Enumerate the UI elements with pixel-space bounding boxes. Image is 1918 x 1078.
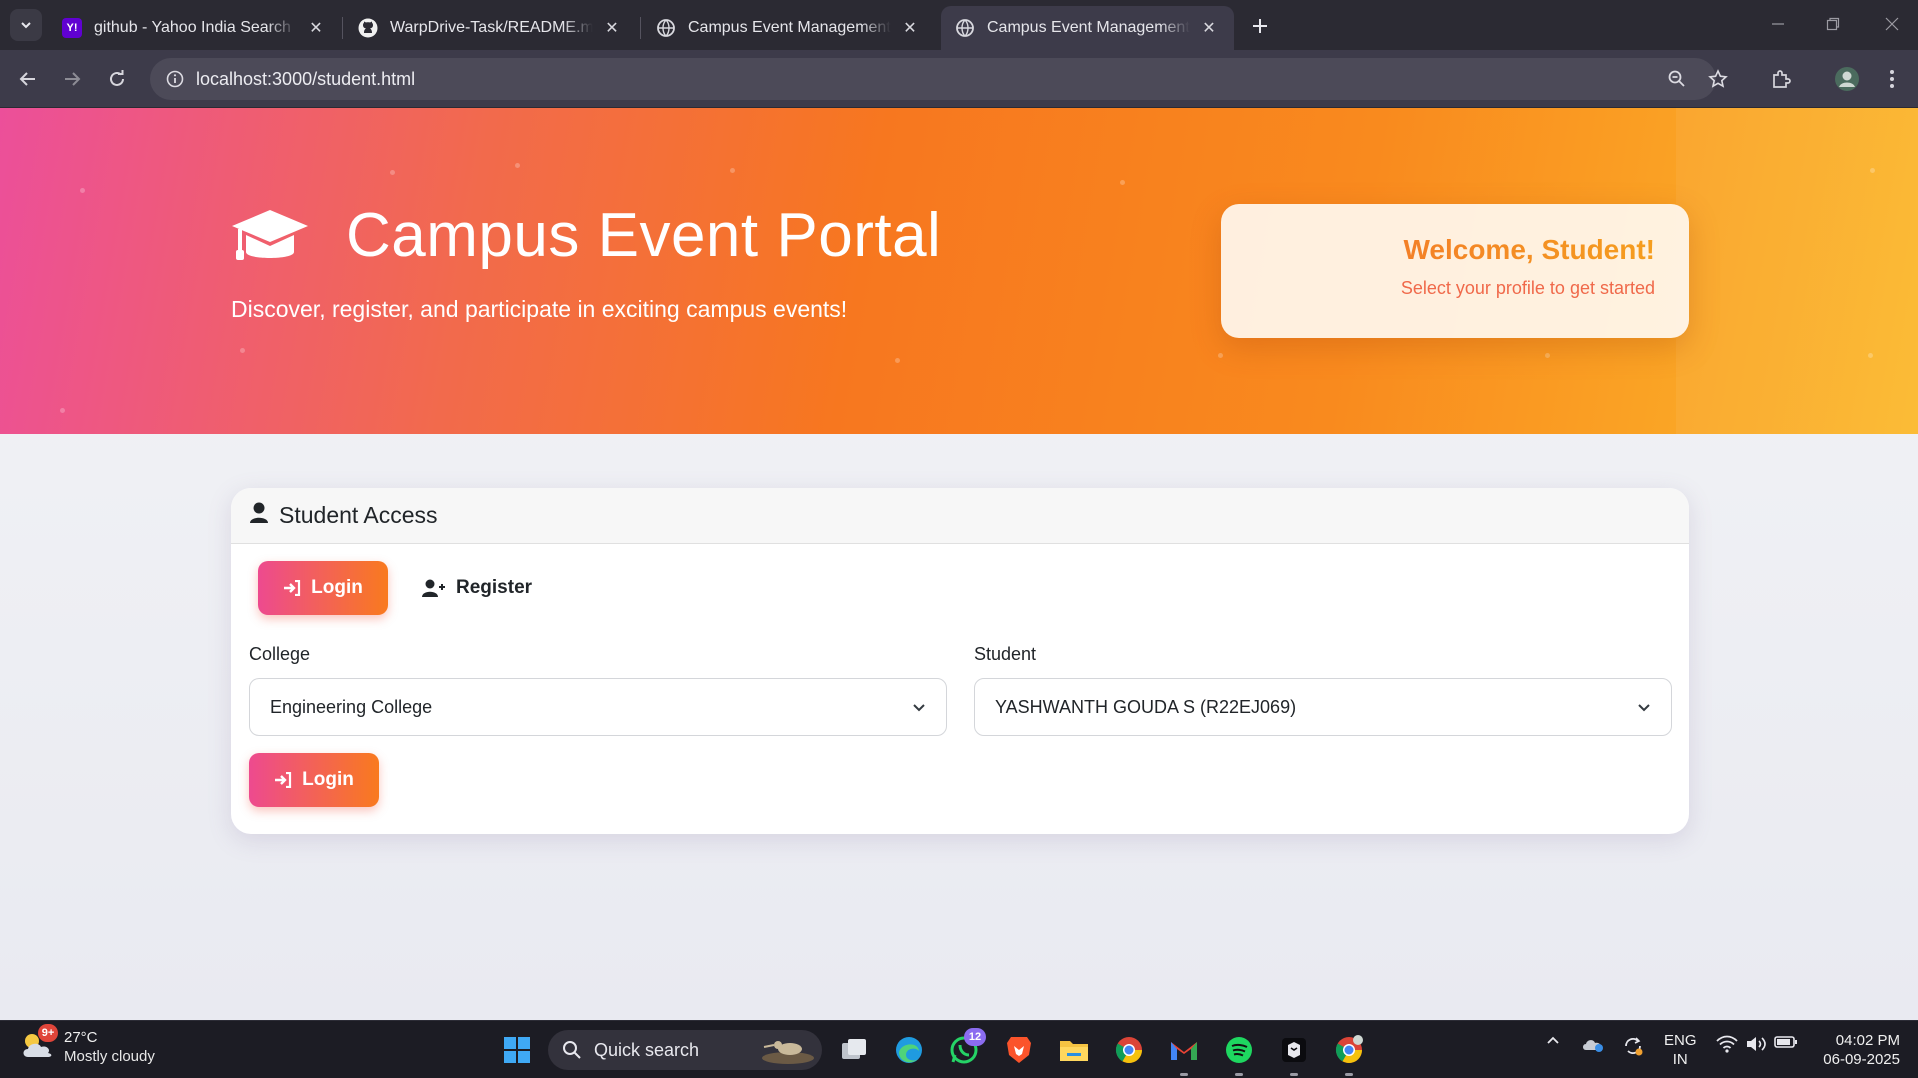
weather-condition: Mostly cloudy xyxy=(64,1048,155,1065)
chrome-icon[interactable] xyxy=(1111,1032,1147,1068)
college-select-value: Engineering College xyxy=(270,696,433,717)
chevron-down-icon xyxy=(912,697,926,718)
auth-mode-tabs: Login Register xyxy=(258,561,532,615)
language-code: ENG xyxy=(1664,1032,1697,1049)
tab-title: github - Yahoo India Search Res xyxy=(94,19,297,36)
bird-search-art-icon xyxy=(760,1034,816,1071)
chevron-up-icon[interactable] xyxy=(1543,1035,1563,1045)
windows-start-icon[interactable] xyxy=(499,1032,535,1068)
tab-title: WarpDrive-Task/README.md at xyxy=(390,19,593,36)
student-access-card: Student Access Login Register College En… xyxy=(231,488,1689,834)
window-close-icon[interactable] xyxy=(1872,10,1912,38)
whatsapp-badge: 12 xyxy=(964,1028,986,1046)
whatsapp-icon[interactable]: 12 xyxy=(946,1028,986,1068)
windows-taskbar: 9+ 27°C Mostly cloudy Quick search 12 EN… xyxy=(0,1020,1918,1078)
sign-in-icon xyxy=(283,580,301,596)
sync-icon[interactable] xyxy=(1620,1035,1646,1057)
welcome-title: Welcome, Student! xyxy=(1221,234,1655,266)
profile-avatar[interactable] xyxy=(1831,63,1863,95)
welcome-card: Welcome, Student! Select your profile to… xyxy=(1221,204,1689,338)
language-indicator[interactable]: ENG IN xyxy=(1664,1031,1697,1069)
login-button[interactable]: Login xyxy=(249,753,379,807)
page-title: Campus Event Portal xyxy=(346,201,942,270)
battery-icon[interactable] xyxy=(1774,1035,1798,1049)
globe-icon xyxy=(955,18,975,38)
system-clock[interactable]: 04:02 PM 06-09-2025 xyxy=(1810,1031,1900,1069)
onedrive-icon[interactable] xyxy=(1580,1035,1606,1053)
sign-in-icon xyxy=(274,772,292,788)
weather-badge: 9+ xyxy=(38,1024,58,1042)
graduation-cap-icon xyxy=(230,204,310,274)
minimize-icon[interactable] xyxy=(1758,10,1798,38)
browser-toolbar: localhost:3000/student.html xyxy=(0,50,1918,108)
tab-login-label: Login xyxy=(311,577,363,598)
browser-tab-github[interactable]: WarpDrive-Task/README.md at ✕ xyxy=(344,6,637,50)
card-title: Student Access xyxy=(279,502,438,528)
brave-icon[interactable] xyxy=(1001,1032,1037,1068)
chrome-profile-icon[interactable] xyxy=(1331,1032,1367,1076)
browser-tab-strip: Y! github - Yahoo India Search Res ✕ War… xyxy=(0,0,1918,50)
weather-temp: 27°C xyxy=(64,1029,98,1046)
tab-title: Campus Event Management Pla xyxy=(688,19,891,36)
browser-tab-campus-student[interactable]: Campus Event Management - S ✕ xyxy=(941,6,1234,50)
page-subtitle: Discover, register, and participate in e… xyxy=(231,296,848,322)
user-plus-icon xyxy=(422,579,446,597)
college-select[interactable]: Engineering College xyxy=(249,678,947,736)
weather-widget[interactable]: 9+ 27°C Mostly cloudy xyxy=(20,1024,155,1065)
search-label: Quick search xyxy=(594,1039,700,1060)
zoom-icon[interactable] xyxy=(1659,58,1695,100)
extensions-puzzle-icon[interactable] xyxy=(1765,63,1797,95)
edge-icon[interactable] xyxy=(891,1032,927,1068)
browser-tab-campus-platform[interactable]: Campus Event Management Pla ✕ xyxy=(642,6,935,50)
close-tab-icon[interactable]: ✕ xyxy=(899,17,921,39)
page-viewport: Campus Event Portal Discover, register, … xyxy=(0,108,1918,1020)
file-explorer-icon[interactable] xyxy=(1056,1032,1092,1068)
chevron-down-icon xyxy=(1637,697,1651,718)
student-select-value: YASHWANTH GOUDA S (R22EJ069) xyxy=(995,696,1297,717)
new-tab-plus-icon[interactable] xyxy=(1246,12,1274,40)
volume-icon[interactable] xyxy=(1744,1035,1768,1053)
clock-time: 04:02 PM xyxy=(1835,1032,1900,1049)
browser-tab-yahoo[interactable]: Y! github - Yahoo India Search Res ✕ xyxy=(48,6,341,50)
back-arrow-icon[interactable] xyxy=(12,63,44,95)
restore-icon[interactable] xyxy=(1813,10,1853,38)
login-button-label: Login xyxy=(302,769,354,790)
language-region: IN xyxy=(1672,1051,1688,1068)
hero-banner: Campus Event Portal Discover, register, … xyxy=(0,108,1918,434)
search-icon xyxy=(562,1040,582,1060)
college-label: College xyxy=(249,644,311,664)
github-icon xyxy=(358,18,378,38)
yahoo-icon: Y! xyxy=(62,18,82,38)
screen: Y! github - Yahoo India Search Res ✕ War… xyxy=(0,0,1918,1078)
tab-register[interactable]: Register xyxy=(422,561,532,615)
taskbar-search[interactable]: Quick search xyxy=(548,1030,822,1070)
student-select[interactable]: YASHWANTH GOUDA S (R22EJ069) xyxy=(974,678,1672,736)
cloud-icon: 9+ xyxy=(20,1024,58,1063)
close-tab-icon[interactable]: ✕ xyxy=(305,17,327,39)
address-bar[interactable]: localhost:3000/student.html xyxy=(150,58,1716,100)
wifi-icon[interactable] xyxy=(1715,1035,1739,1053)
kebab-menu-icon[interactable] xyxy=(1876,63,1908,95)
address-url[interactable]: localhost:3000/student.html xyxy=(196,69,415,90)
close-tab-icon[interactable]: ✕ xyxy=(601,17,623,39)
reload-icon[interactable] xyxy=(101,63,133,95)
forward-arrow-icon[interactable] xyxy=(56,63,88,95)
bookmark-star-icon[interactable] xyxy=(1700,58,1736,100)
tab-search-chevron-down-icon[interactable] xyxy=(10,9,42,41)
site-info-icon[interactable] xyxy=(154,70,196,88)
welcome-subtitle: Select your profile to get started xyxy=(1400,278,1655,298)
student-label: Student xyxy=(974,644,1037,664)
globe-icon xyxy=(656,18,676,38)
tab-login[interactable]: Login xyxy=(258,561,388,615)
close-tab-icon[interactable]: ✕ xyxy=(1198,17,1220,39)
tab-register-label: Register xyxy=(456,577,533,598)
gmail-icon[interactable] xyxy=(1166,1032,1202,1076)
spotify-icon[interactable] xyxy=(1221,1032,1257,1076)
terminal-app-icon[interactable] xyxy=(1276,1032,1312,1076)
user-icon xyxy=(249,502,269,529)
card-header: Student Access xyxy=(231,488,1689,544)
task-view-icon[interactable] xyxy=(836,1032,872,1068)
clock-date: 06-09-2025 xyxy=(1823,1051,1900,1068)
tab-title: Campus Event Management - S xyxy=(987,19,1190,36)
